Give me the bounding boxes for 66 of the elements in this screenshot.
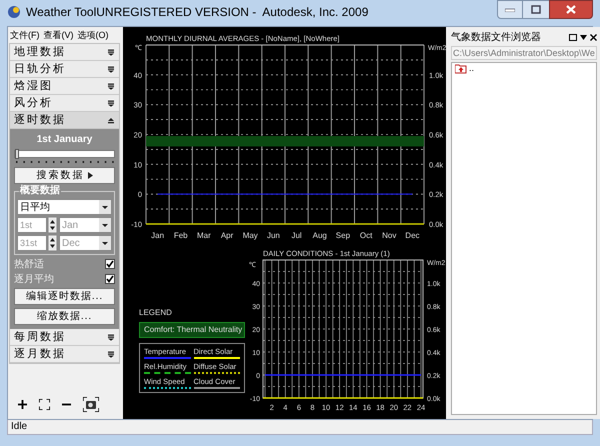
comfort-legend: Comfort: Thermal Neutrality bbox=[139, 322, 245, 338]
panel-title: 气象数据文件浏览器 bbox=[451, 30, 541, 44]
expand-icon[interactable] bbox=[107, 48, 115, 56]
axis-label: Feb bbox=[174, 231, 188, 240]
section-header[interactable]: 焓湿图 bbox=[10, 78, 119, 95]
action-button[interactable]: 编辑逐时数据... bbox=[14, 288, 115, 305]
play-icon bbox=[88, 172, 92, 179]
section-header[interactable]: 每周数据 bbox=[10, 329, 119, 346]
date-label: 1st January bbox=[36, 133, 94, 147]
section-header[interactable]: 逐月数据 bbox=[10, 346, 119, 363]
app-icon bbox=[7, 5, 21, 19]
zoom-out-icon[interactable] bbox=[62, 402, 71, 406]
expand-icon[interactable] bbox=[107, 100, 115, 106]
date-slider[interactable] bbox=[14, 150, 115, 158]
zoom-in-icon[interactable] bbox=[18, 400, 27, 408]
close-icon bbox=[566, 5, 576, 14]
section-header[interactable]: 逐时数据 bbox=[10, 112, 119, 129]
maximize-icon bbox=[531, 5, 541, 14]
group-title: 概要数据 bbox=[19, 185, 61, 197]
close-icon[interactable] bbox=[590, 34, 597, 40]
axis-label: Jul bbox=[291, 231, 302, 240]
minimize-icon bbox=[505, 8, 515, 12]
checkbox[interactable] bbox=[105, 259, 115, 269]
axis-label: Dec bbox=[405, 231, 420, 240]
restore-icon[interactable] bbox=[568, 34, 577, 40]
axis-label: Nov bbox=[382, 231, 396, 240]
close-button[interactable] bbox=[549, 0, 593, 19]
axis-label: Jun bbox=[266, 231, 280, 240]
checkbox-label: 热舒适 bbox=[14, 258, 44, 272]
spinner-icon[interactable] bbox=[48, 217, 57, 233]
mode-select[interactable]: 日平均 bbox=[17, 199, 112, 215]
axis-label: Mar bbox=[197, 231, 211, 240]
expand-icon[interactable] bbox=[107, 334, 115, 340]
window-title: Weather ToolUNREGISTERED VERSION - Autodesk, Inc. 2009 bbox=[26, 4, 368, 21]
axis-label: May bbox=[242, 231, 258, 240]
legend-title: LEGEND bbox=[139, 307, 173, 319]
path-field[interactable]: C:\Users\Administrator\Desktop\We bbox=[451, 46, 597, 60]
parent-folder-icon[interactable] bbox=[455, 64, 467, 74]
axis-label: Oct bbox=[360, 231, 372, 240]
status-bar: Idle bbox=[7, 420, 593, 435]
expand-icon[interactable] bbox=[107, 66, 115, 72]
menu-item[interactable]: 选项(O) bbox=[78, 29, 108, 41]
section-header[interactable]: 风分析 bbox=[10, 95, 119, 112]
file-item[interactable]: .. bbox=[469, 62, 474, 76]
slider-thumb[interactable] bbox=[15, 149, 19, 159]
minimize-button[interactable] bbox=[497, 0, 523, 19]
camera-icon[interactable] bbox=[83, 396, 99, 412]
expand-icon[interactable] bbox=[107, 350, 115, 358]
collapse-icon[interactable] bbox=[107, 116, 115, 124]
axis-label: Aug bbox=[312, 231, 327, 240]
fit-screen-icon[interactable] bbox=[39, 398, 50, 410]
checkbox[interactable] bbox=[105, 274, 115, 284]
spinner-icon[interactable] bbox=[48, 235, 57, 251]
section-header[interactable]: 地理数据 bbox=[10, 44, 119, 61]
menu-item[interactable]: 查看(V) bbox=[44, 29, 74, 41]
axis-label: Apr bbox=[220, 231, 234, 240]
maximize-button[interactable] bbox=[523, 0, 549, 19]
axis-label: Sep bbox=[336, 231, 350, 240]
dropdown-arrow-icon[interactable] bbox=[580, 34, 587, 40]
menu-item[interactable]: 文件(F) bbox=[10, 29, 40, 41]
search-data-button[interactable]: 搜索数据 bbox=[14, 167, 115, 184]
axis-label: Jan bbox=[151, 231, 164, 240]
section-header[interactable]: 日轨分析 bbox=[10, 61, 119, 78]
expand-icon[interactable] bbox=[107, 82, 115, 90]
checkbox-label: 逐月平均 bbox=[14, 272, 54, 286]
action-button[interactable]: 缩放数据... bbox=[14, 308, 115, 325]
